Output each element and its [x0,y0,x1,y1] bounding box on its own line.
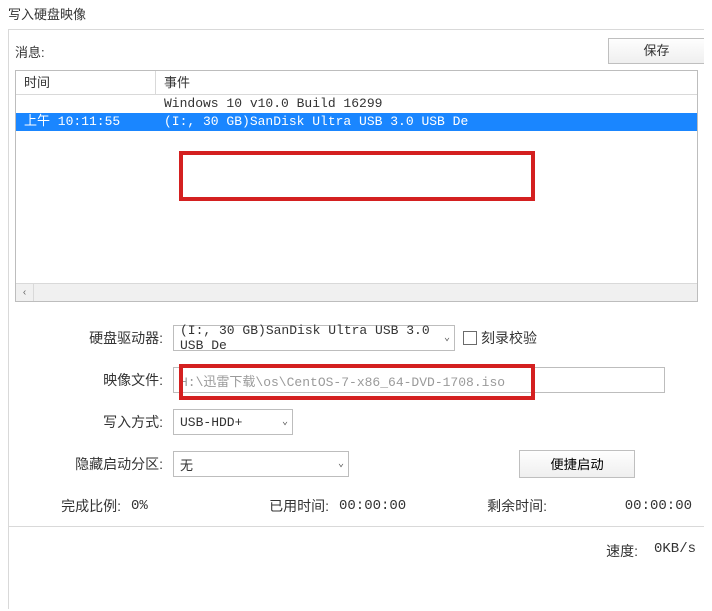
value-speed: 0KB/s [654,541,696,561]
checksum-checkbox[interactable]: 刻录校验 [463,328,537,348]
label-remain: 剩余时间: [447,496,547,516]
write-method-value: USB-HDD+ [180,415,242,430]
dialog-body: 消息: 保存 时间 事件 Windows 10 v10.0 Build 1629… [8,29,704,609]
message-list: 时间 事件 Windows 10 v10.0 Build 16299上午 10:… [15,70,698,302]
checkbox-box-icon [463,331,477,345]
row-method: 写入方式: USB-HDD+ ⌄ [17,404,696,440]
save-button[interactable]: 保存 [608,38,704,64]
hide-boot-value: 无 [180,455,193,474]
table-row[interactable]: Windows 10 v10.0 Build 16299 [16,95,697,113]
grid-body[interactable]: Windows 10 v10.0 Build 16299上午 10:11:55(… [16,95,697,283]
value-elapsed: 00:00:00 [333,498,443,514]
window-title: 写入硬盘映像 [0,0,712,29]
chevron-down-icon: ⌄ [338,458,344,470]
label-drive: 硬盘驱动器: [17,328,173,348]
label-speed: 速度: [606,541,638,561]
quick-boot-button[interactable]: 便捷启动 [519,450,635,478]
label-image: 映像文件: [17,370,173,390]
image-file-input[interactable]: H:\迅雷下载\os\CentOS-7-x86_64-DVD-1708.iso [173,367,665,393]
drive-value: (I:, 30 GB)SanDisk Ultra USB 3.0 USB De [180,323,432,353]
cell-time [16,95,156,113]
write-method-combobox[interactable]: USB-HDD+ ⌄ [173,409,293,435]
value-pct: 0% [125,498,211,514]
scroll-left-icon[interactable]: ‹ [16,284,34,301]
info-row: 消息: 保存 [9,38,704,70]
label-pct: 完成比例: [17,496,121,516]
image-file-value: H:\迅雷下载\os\CentOS-7-x86_64-DVD-1708.iso [180,371,505,390]
progress-row: 完成比例: 0% 已用时间: 00:00:00 剩余时间: 00:00:00 [9,488,704,527]
table-row[interactable]: 上午 10:11:55(I:, 30 GB)SanDisk Ultra USB … [16,113,697,131]
value-remain: 00:00:00 [551,498,696,514]
drive-combobox[interactable]: (I:, 30 GB)SanDisk Ultra USB 3.0 USB De … [173,325,455,351]
grid-header: 时间 事件 [16,71,697,95]
row-image: 映像文件: H:\迅雷下载\os\CentOS-7-x86_64-DVD-170… [17,362,696,398]
row-hide: 隐藏启动分区: 无 ⌄ 便捷启动 [17,446,696,482]
label-elapsed: 已用时间: [215,496,329,516]
label-method: 写入方式: [17,412,173,432]
info-label: 消息: [15,42,608,61]
label-hide: 隐藏启动分区: [17,454,173,474]
col-header-time[interactable]: 时间 [16,71,156,94]
col-header-event[interactable]: 事件 [156,71,697,94]
cell-event: Windows 10 v10.0 Build 16299 [156,95,697,113]
cell-time: 上午 10:11:55 [16,113,156,131]
chevron-down-icon: ⌄ [444,332,450,344]
write-disk-image-dialog: 写入硬盘映像 消息: 保存 时间 事件 Windows 10 v10.0 Bui… [0,0,712,611]
cell-event: (I:, 30 GB)SanDisk Ultra USB 3.0 USB De [156,113,697,131]
form-area: 硬盘驱动器: (I:, 30 GB)SanDisk Ultra USB 3.0 … [17,320,696,482]
chevron-down-icon: ⌄ [282,416,288,428]
hide-boot-combobox[interactable]: 无 ⌄ [173,451,349,477]
speed-row: 速度: 0KB/s [9,527,704,561]
horiz-scrollbar[interactable]: ‹ [16,283,697,301]
checksum-label: 刻录校验 [481,328,537,348]
row-drive: 硬盘驱动器: (I:, 30 GB)SanDisk Ultra USB 3.0 … [17,320,696,356]
